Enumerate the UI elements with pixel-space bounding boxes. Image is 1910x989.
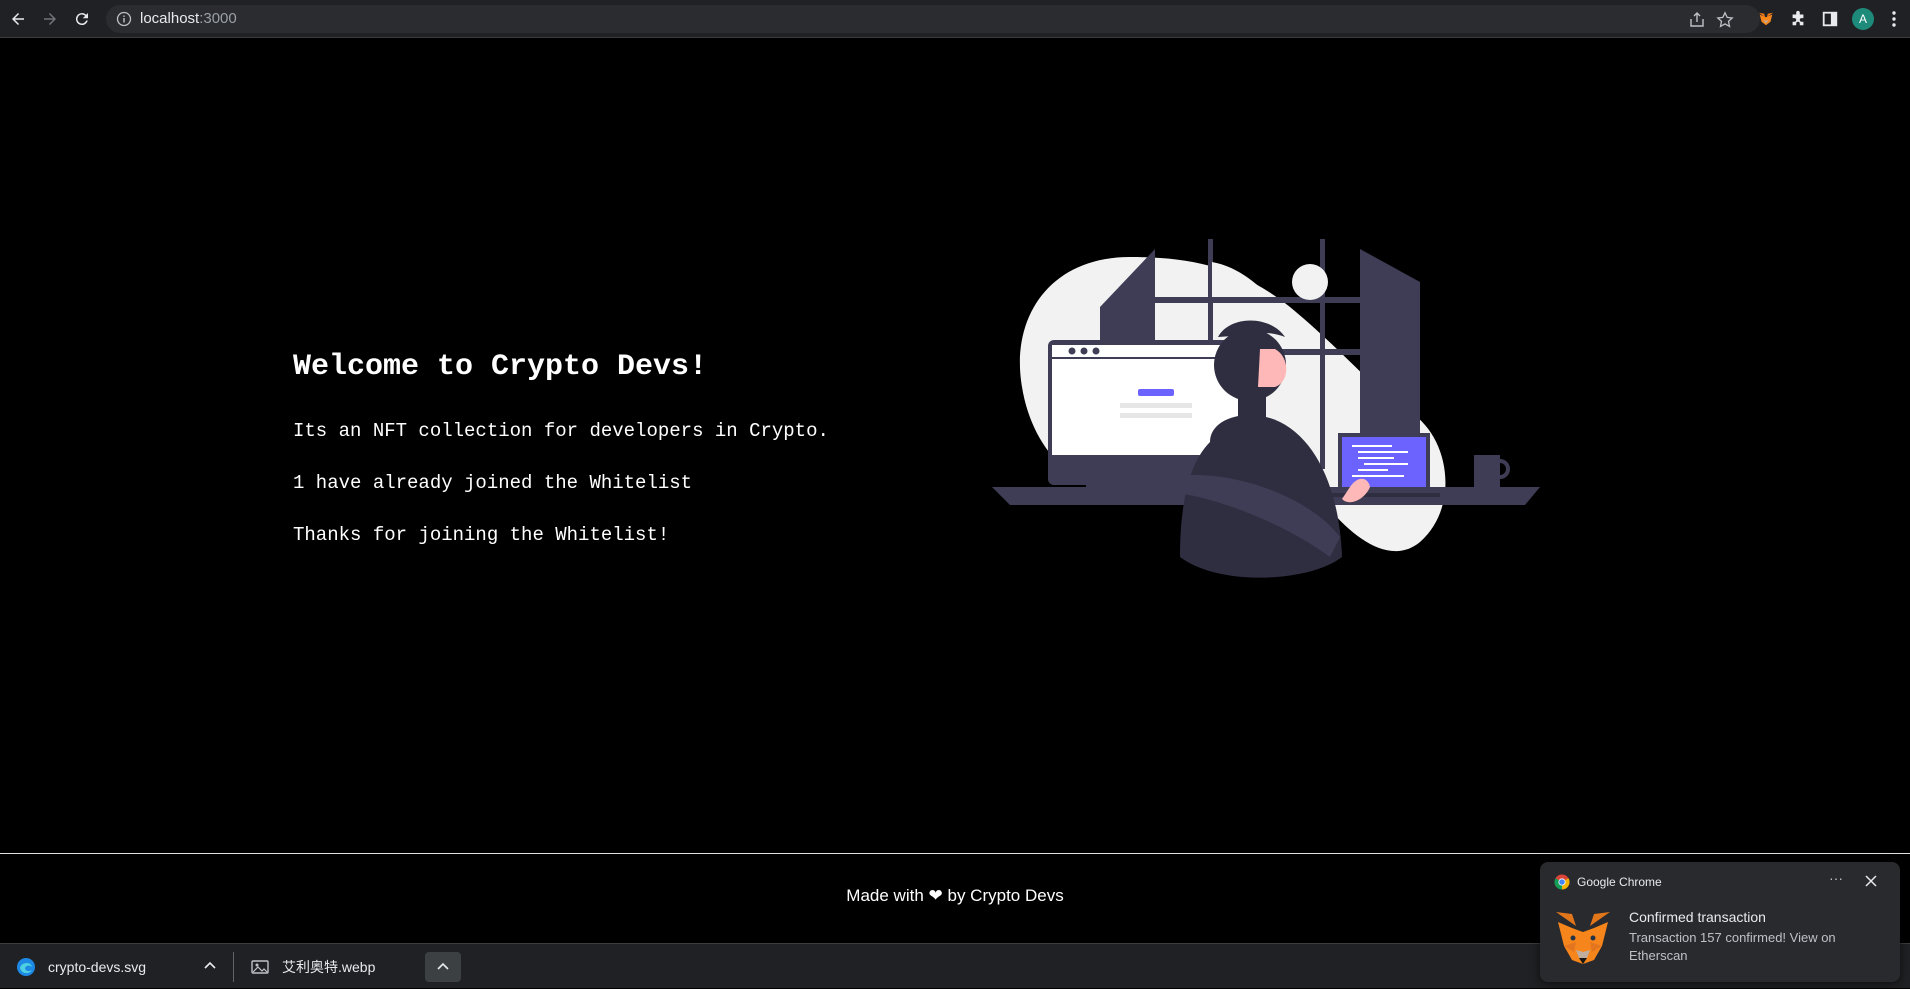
description: Its an NFT collection for developers in …	[293, 420, 829, 442]
browser-toolbar: localhost:3000 A	[0, 0, 1910, 38]
chevron-up-icon	[437, 962, 449, 970]
hero-text: Welcome to Crypto Devs! Its an NFT colle…	[292, 349, 912, 575]
download-filename: crypto-devs.svg	[48, 958, 147, 975]
notification-title: Confirmed transaction	[1629, 909, 1766, 925]
whitelist-status: Thanks for joining the Whitelist!	[293, 524, 670, 546]
image-file-icon	[251, 959, 269, 974]
url-text: localhost:3000	[140, 10, 237, 27]
page-title: Welcome to Crypto Devs!	[293, 350, 708, 384]
arrow-right-icon	[44, 13, 56, 25]
url-host: localhost	[140, 10, 200, 27]
close-icon[interactable]	[1862, 872, 1880, 890]
side-panel-button[interactable]	[1820, 9, 1840, 29]
footer-suffix: by Crypto Devs	[947, 886, 1064, 905]
heart-icon: ❤	[928, 886, 943, 905]
info-icon[interactable]	[116, 11, 132, 27]
show-all-downloads-button[interactable]	[425, 952, 461, 982]
back-button[interactable]	[6, 7, 30, 31]
whitelist-count: 1 have already joined the Whitelist	[293, 472, 693, 494]
share-icon[interactable]	[1688, 11, 1706, 29]
page-main: Welcome to Crypto Devs! Its an NFT colle…	[0, 39, 1910, 853]
forward-button[interactable]	[38, 7, 62, 31]
fox-icon	[1758, 12, 1774, 26]
edge-icon	[17, 957, 35, 976]
arrow-left-icon	[12, 13, 24, 25]
side-panel-icon	[1822, 11, 1838, 27]
bookmark-star-icon[interactable]	[1716, 11, 1734, 29]
chevron-up-icon[interactable]	[202, 958, 218, 974]
metamask-extension-icon[interactable]	[1756, 9, 1776, 29]
chrome-icon	[1554, 874, 1570, 890]
notification-toast[interactable]: Google Chrome ··· Confirmed transaction …	[1540, 862, 1900, 982]
address-bar[interactable]: localhost:3000	[106, 5, 1760, 33]
more-vert-icon[interactable]	[1888, 9, 1900, 29]
reload-icon	[75, 13, 88, 26]
download-item[interactable]: crypto-devs.svg	[16, 944, 224, 989]
divider	[233, 952, 234, 982]
extensions-button[interactable]	[1788, 9, 1808, 29]
puzzle-icon	[1792, 10, 1804, 26]
url-port: :3000	[199, 10, 237, 27]
download-filename: 艾利奥特.webp	[282, 958, 376, 975]
notification-more-button[interactable]: ···	[1826, 871, 1846, 888]
reload-button[interactable]	[70, 7, 94, 31]
profile-avatar[interactable]: A	[1852, 8, 1874, 30]
developer-illustration	[992, 239, 1540, 578]
metamask-fox-icon	[1556, 912, 1610, 964]
download-item[interactable]: 艾利奥特.webp	[250, 944, 410, 989]
footer-prefix: Made with	[846, 886, 924, 905]
notification-app-name: Google Chrome	[1577, 875, 1662, 889]
notification-body: Transaction 157 confirmed! View on Ether…	[1629, 930, 1836, 963]
